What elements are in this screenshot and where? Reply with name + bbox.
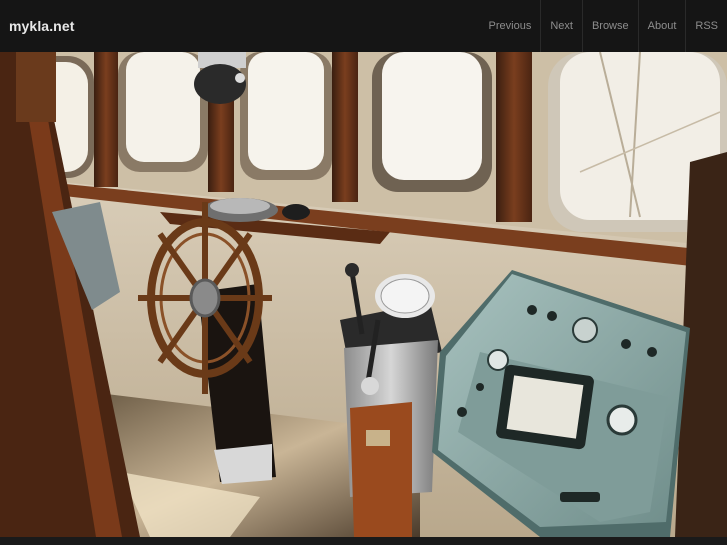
nav-rss-link[interactable]: RSS [685,0,727,52]
ship-bridge-photo [0,52,727,537]
nav-about-link[interactable]: About [637,0,686,52]
window-4 [372,52,492,192]
window-2 [118,52,208,172]
nav-next-link[interactable]: Next [540,0,582,52]
window-3 [240,52,332,180]
main-nav: Previous Next Browse About RSS [480,0,727,52]
footer-bar [0,537,727,545]
nav-browse-link[interactable]: Browse [581,0,638,52]
nav-previous-link[interactable]: Previous [480,0,541,52]
main-photo[interactable] [0,52,727,537]
site-logo[interactable]: mykla.net [9,18,75,34]
ceiling-lamp [194,52,246,104]
site-header: mykla.net Previous Next Browse About RSS [0,0,727,52]
